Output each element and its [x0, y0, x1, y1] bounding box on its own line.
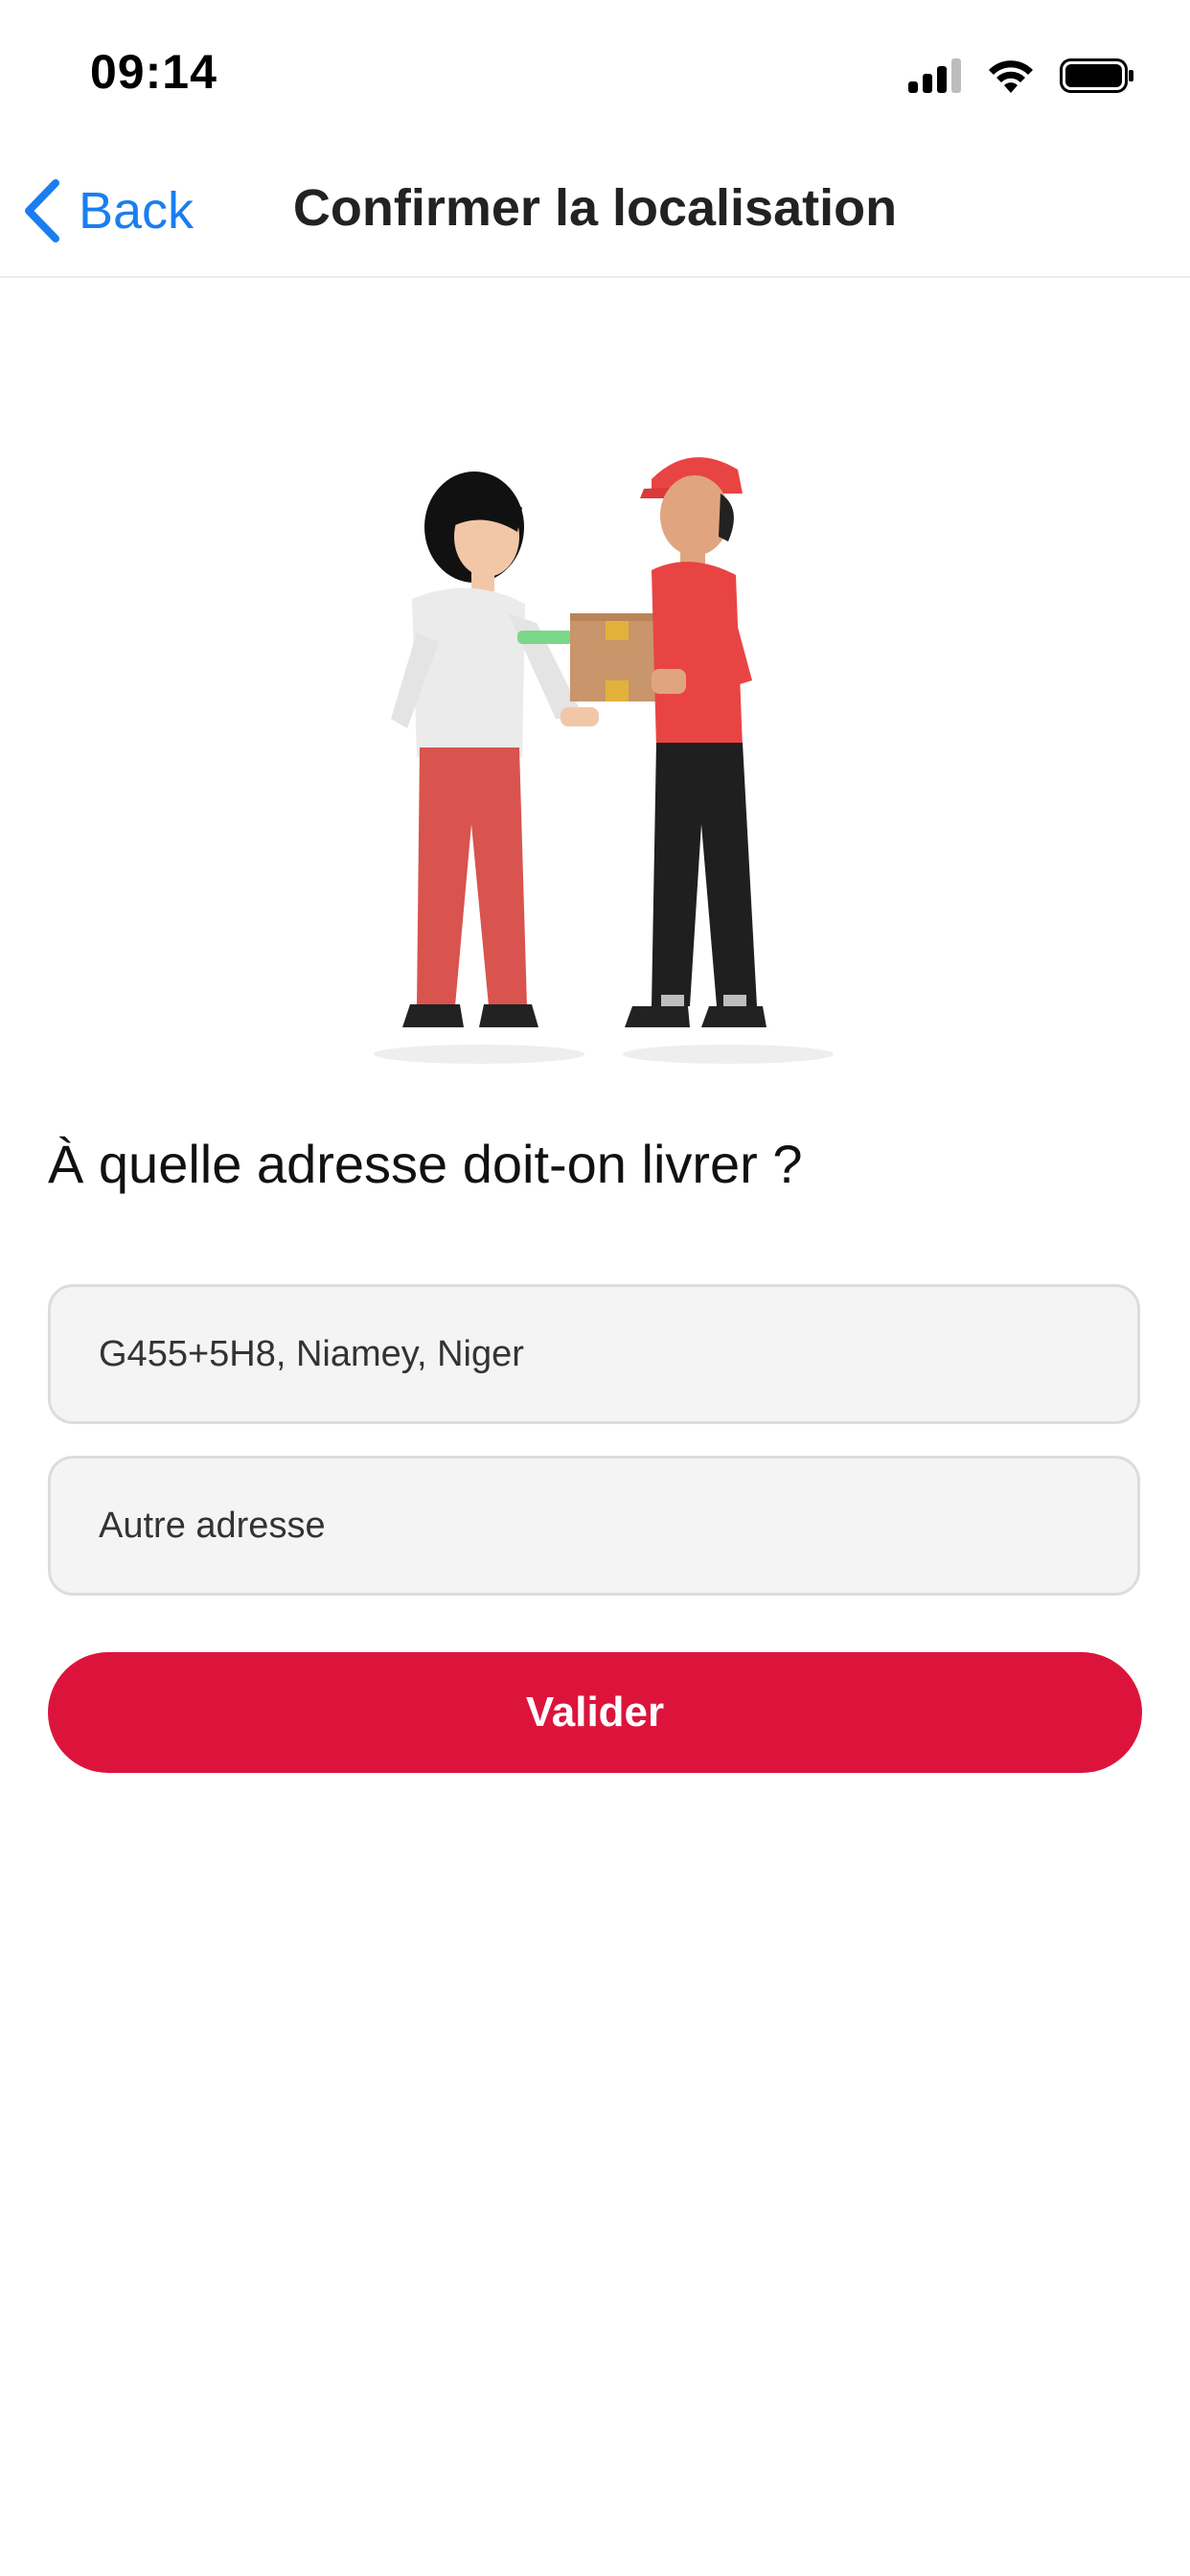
other-address-option[interactable]: Autre adresse [48, 1456, 1140, 1596]
other-address-label: Autre adresse [99, 1505, 326, 1546]
current-address-label: G455+5H8, Niamey, Niger [99, 1333, 524, 1374]
navigation-bar: Back Confirmer la localisation [0, 144, 1190, 278]
battery-icon [1060, 57, 1136, 100]
page-title: Confirmer la localisation [292, 179, 898, 237]
delivery-illustration [374, 457, 834, 1064]
wifi-icon [987, 57, 1035, 100]
status-icons [908, 54, 1136, 102]
current-address-option[interactable]: G455+5H8, Niamey, Niger [48, 1284, 1140, 1424]
delivery-address-question: À quelle adresse doit-on livrer ? [48, 1134, 803, 1194]
status-time: 09:14 [90, 45, 217, 99]
cellular-signal-icon [908, 57, 962, 100]
status-bar: 09:14 [0, 0, 1190, 144]
validate-button[interactable]: Valider [48, 1652, 1142, 1773]
